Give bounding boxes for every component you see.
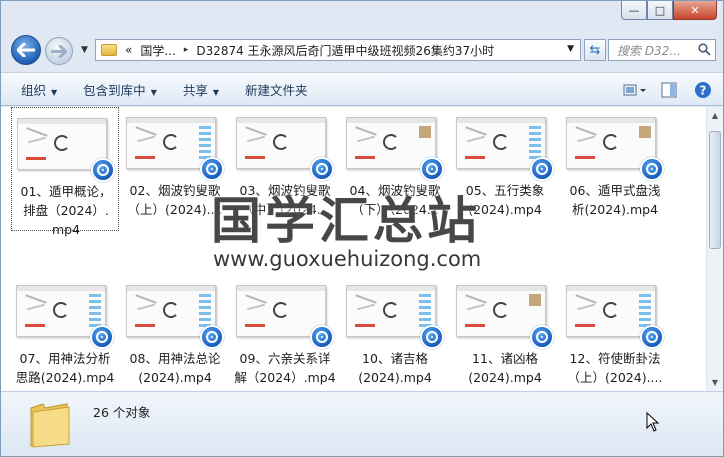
file-name: 01、遁甲概论， 排盘（2024）. mp4 [12, 182, 120, 239]
search-icon[interactable] [698, 43, 711, 56]
file-item[interactable]: 06、遁甲式盘浅 析(2024).mp4 [561, 107, 669, 231]
watermark-url: www.guoxuehuizong.com [213, 247, 482, 271]
file-name-line: 析(2024).mp4 [571, 202, 659, 217]
file-name-line: 09、六亲关系详 [239, 351, 331, 366]
file-name: 06、遁甲式盘浅 析(2024).mp4 [561, 181, 669, 219]
media-player-icon [200, 157, 224, 181]
media-player-icon [420, 325, 444, 349]
refresh-icon: ⇆ [589, 42, 601, 58]
address-bar[interactable]: « 国学... ▸ D32874 王永源风后奇门遁甲中级班视频26集约37小时 … [95, 39, 581, 61]
mouse-cursor-icon [646, 412, 660, 432]
address-segment-parent[interactable]: 国学... [140, 42, 175, 59]
media-player-icon [90, 325, 114, 349]
media-player-icon [640, 157, 664, 181]
command-bar: 组织 ▼ 包含到库中 ▼ 共享 ▼ 新建文件夹 ? [1, 72, 723, 106]
file-name-line: mp4 [51, 222, 81, 237]
media-player-icon [310, 325, 334, 349]
navigation-bar: ▼ « 国学... ▸ D32874 王永源风后奇门遁甲中级班视频26集约37小… [1, 31, 723, 69]
media-player-icon [640, 325, 664, 349]
file-name-line: 01、遁甲概论， [20, 184, 112, 199]
address-segment-current[interactable]: D32874 王永源风后奇门遁甲中级班视频26集约37小时 [196, 42, 494, 59]
help-icon: ? [695, 82, 711, 98]
scroll-up-arrow-icon[interactable]: ▲ [707, 107, 723, 124]
scroll-thumb[interactable] [709, 131, 721, 249]
file-name: 09、六亲关系详 解（2024）.mp4 [231, 349, 339, 387]
file-name: 08、用神法总论 (2024).mp4 [121, 349, 229, 387]
file-item[interactable]: 01、遁甲概论， 排盘（2024）. mp4 [11, 107, 119, 237]
back-button[interactable] [11, 35, 41, 65]
media-player-icon [200, 325, 224, 349]
file-item[interactable]: 08、用神法总论 (2024).mp4 [121, 275, 229, 391]
file-name: 10、诸吉格 (2024).mp4 [341, 349, 449, 387]
file-item[interactable]: 12、符使断卦法 （上）(2024).... [561, 275, 669, 391]
file-item[interactable]: 11、诸凶格 (2024).mp4 [451, 275, 559, 391]
view-options-icon [623, 84, 646, 96]
file-name: 11、诸凶格 (2024).mp4 [451, 349, 559, 387]
maximize-button[interactable]: □ [647, 1, 673, 20]
chevron-down-icon: ▼ [150, 87, 157, 97]
include-in-library-menu[interactable]: 包含到库中 ▼ [77, 80, 163, 99]
chevron-down-icon: ▼ [51, 87, 58, 97]
file-name-line: 10、诸吉格 [362, 351, 428, 366]
file-name-line: 思路(2024).mp4 [15, 370, 115, 385]
chevron-down-icon: ▼ [212, 87, 220, 97]
file-item[interactable]: 07、用神法分析 思路(2024).mp4 [11, 275, 119, 391]
address-dropdown-icon[interactable]: ▼ [567, 44, 574, 54]
search-input[interactable]: 搜索 D32... [608, 39, 716, 61]
media-player-icon [310, 157, 334, 181]
media-player-icon [420, 157, 444, 181]
preview-pane-button[interactable] [655, 79, 683, 101]
address-overflow[interactable]: « [125, 43, 132, 57]
command-bar-right: ? [621, 73, 723, 107]
forward-arrow-icon [51, 44, 67, 58]
organize-menu[interactable]: 组织 ▼ [15, 80, 63, 99]
share-menu[interactable]: 共享 ▼ [177, 80, 225, 99]
details-pane: 26 个对象 [1, 391, 723, 456]
file-name-line: 06、遁甲式盘浅 [569, 183, 661, 198]
forward-button[interactable] [45, 37, 73, 65]
svg-text:?: ? [700, 84, 707, 98]
watermark-title: 国学汇总站 [211, 192, 481, 250]
file-name-line: (2024).mp4 [358, 370, 432, 385]
media-player-icon [530, 325, 554, 349]
file-name-line: 07、用神法分析 [19, 351, 111, 366]
file-name-line: 11、诸凶格 [472, 351, 538, 366]
address-separator[interactable]: ▸ [184, 45, 189, 55]
scroll-down-arrow-icon[interactable]: ▼ [707, 374, 723, 391]
minimize-button[interactable]: — [621, 1, 647, 20]
file-name-line: 12、符使断卦法 [569, 351, 661, 366]
file-name-line: 排盘（2024）. [23, 203, 109, 218]
file-name: 07、用神法分析 思路(2024).mp4 [11, 349, 119, 387]
refresh-button[interactable]: ⇆ [584, 39, 606, 61]
folder-icon [101, 44, 117, 56]
share-label: 共享 [182, 82, 208, 98]
preview-pane-icon [661, 82, 677, 98]
folder-icon [30, 403, 70, 448]
media-player-icon [91, 158, 115, 182]
file-item[interactable]: 10、诸吉格 (2024).mp4 [341, 275, 449, 391]
help-button[interactable]: ? [689, 79, 717, 101]
recent-pages-dropdown[interactable]: ▼ [81, 45, 88, 55]
media-player-icon [530, 157, 554, 181]
file-name-line: (2024).mp4 [468, 370, 542, 385]
file-list-pane[interactable]: 01、遁甲概论， 排盘（2024）. mp4 02、烟波钓叟歌 （上）(2024)...… [1, 107, 723, 391]
vertical-scrollbar[interactable]: ▲ ▼ [706, 107, 723, 391]
new-folder-button[interactable]: 新建文件夹 [239, 80, 314, 99]
organize-label: 组织 [21, 82, 47, 98]
file-name-line: （上）(2024).... [567, 370, 663, 385]
caption-buttons: — □ ✕ [621, 1, 717, 21]
search-placeholder: 搜索 D32... [617, 43, 681, 58]
new-folder-label: 新建文件夹 [245, 82, 308, 98]
include-in-library-label: 包含到库中 [83, 82, 146, 98]
file-name: 12、符使断卦法 （上）(2024).... [561, 349, 669, 387]
file-item[interactable]: 09、六亲关系详 解（2024）.mp4 [231, 275, 339, 391]
file-name-line: 解（2024）.mp4 [234, 370, 336, 385]
file-name-line: (2024).mp4 [138, 370, 212, 385]
close-button[interactable]: ✕ [673, 1, 717, 20]
explorer-window: — □ ✕ ▼ « 国学... ▸ D32874 王永源风后奇门遁甲中级班视频2… [0, 0, 724, 457]
item-count: 26 个对象 [93, 405, 151, 420]
file-name-line: 08、用神法总论 [129, 351, 221, 366]
change-view-button[interactable] [621, 79, 649, 101]
back-arrow-icon [17, 43, 35, 57]
